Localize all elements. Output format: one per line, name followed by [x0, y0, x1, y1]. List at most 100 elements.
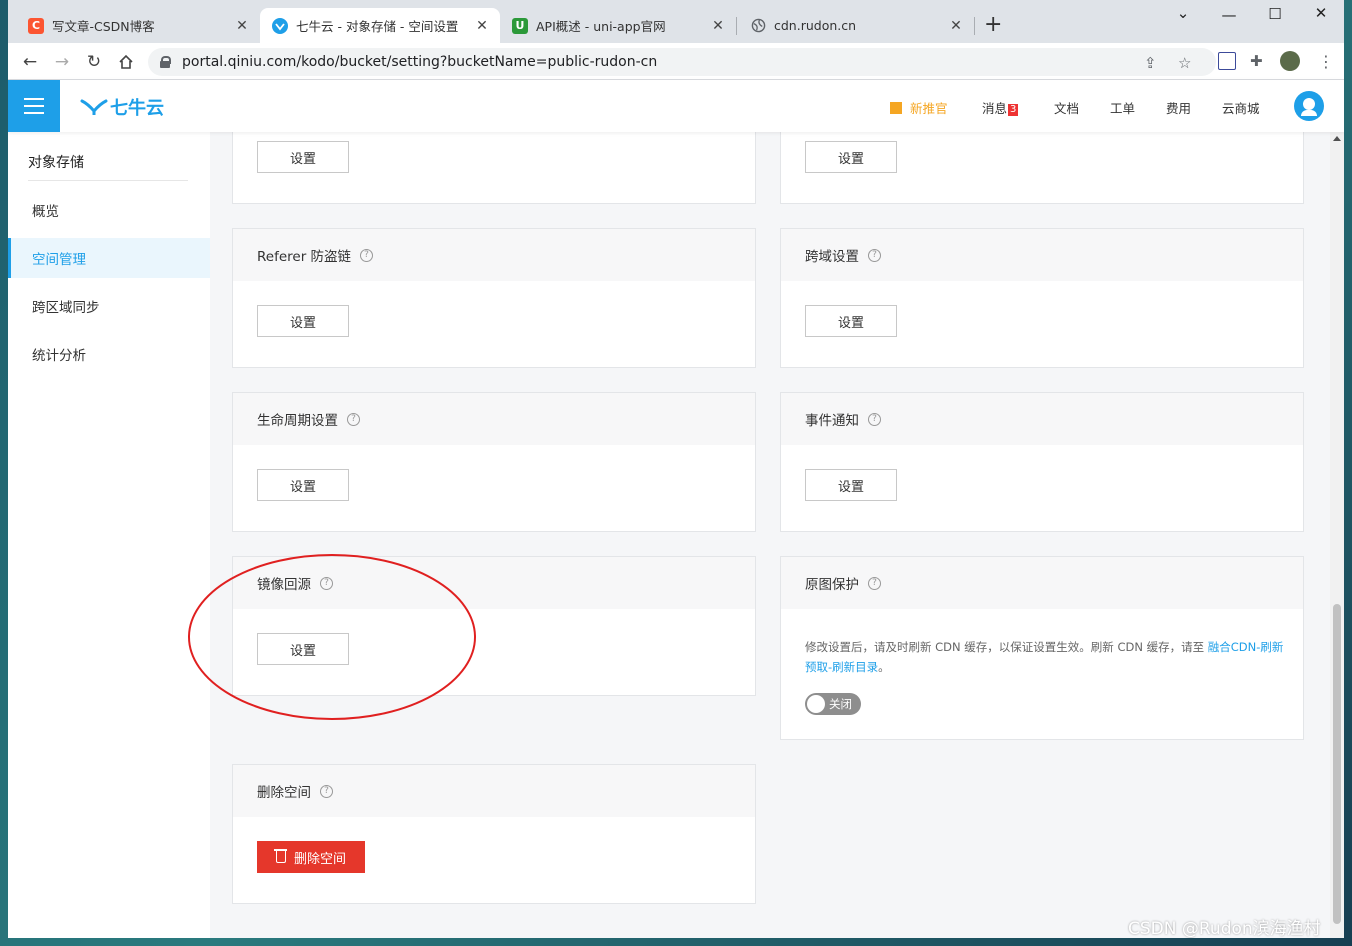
- event-notify-card: 事件通知? 设置: [780, 392, 1304, 532]
- close-icon[interactable]: ✕: [710, 18, 726, 34]
- billing-link[interactable]: 费用: [1166, 98, 1191, 117]
- close-icon[interactable]: ✕: [234, 18, 250, 34]
- window-close-icon[interactable]: ✕: [1298, 4, 1344, 22]
- messages-label: 消息: [982, 101, 1008, 116]
- card-title: 删除空间: [257, 785, 311, 801]
- back-arrow-icon[interactable]: ←: [18, 50, 42, 74]
- tab-bar: C 写文章-CSDN博客 ✕ 七牛云 - 对象存储 - 空间设置 ✕ U API…: [8, 0, 1344, 43]
- tab-csdn[interactable]: C 写文章-CSDN博客 ✕: [16, 8, 260, 43]
- docs-link[interactable]: 文档: [1054, 98, 1079, 117]
- gift-icon: [890, 102, 902, 114]
- original-protect-card: 原图保护? 修改设置后，请及时刷新 CDN 缓存，以保证设置生效。刷新 CDN …: [780, 556, 1304, 740]
- market-link[interactable]: 云商城: [1222, 98, 1260, 117]
- new-tab-button[interactable]: +: [984, 14, 1002, 36]
- message-count-badge: 3: [1008, 104, 1019, 116]
- tab-title: 七牛云 - 对象存储 - 空间设置: [296, 19, 459, 34]
- puzzle-icon[interactable]: ✚: [1250, 52, 1268, 70]
- app-header: 七牛云 新推官 消息 3 文档 工单 费用 云商城: [8, 80, 1344, 132]
- toggle-knob: [807, 695, 825, 713]
- more-icon[interactable]: ⋮: [1318, 52, 1336, 71]
- star-icon[interactable]: ☆: [1178, 54, 1191, 72]
- card-title: 镜像回源: [257, 577, 311, 593]
- uniapp-icon: U: [512, 17, 528, 34]
- tab-separator: [974, 17, 975, 35]
- csdn-watermark: CSDN @Rudon滨海渔村: [1128, 919, 1321, 939]
- minimize-icon[interactable]: —: [1206, 6, 1252, 24]
- sidebar-item-cross-region-sync[interactable]: 跨区域同步: [8, 286, 210, 326]
- promo-link[interactable]: 新推官: [890, 98, 948, 117]
- cors-card: 跨域设置? 设置: [780, 228, 1304, 368]
- card-title: 事件通知: [805, 413, 859, 429]
- sidebar: 对象存储 概览 空间管理 跨区域同步 统计分析: [8, 132, 210, 938]
- sidebar-item-bucket-management[interactable]: 空间管理: [8, 238, 210, 278]
- qiniu-logo[interactable]: 七牛云: [80, 94, 164, 120]
- tab-rudon[interactable]: cdn.rudon.cn ✕: [738, 8, 974, 43]
- hamburger-menu-icon[interactable]: [8, 80, 60, 132]
- close-icon[interactable]: ✕: [948, 18, 964, 34]
- desc-text: 修改设置后，请及时刷新 CDN 缓存，以保证设置生效。刷新 CDN 缓存，请至: [805, 640, 1208, 654]
- home-icon[interactable]: [114, 50, 138, 74]
- profile-avatar[interactable]: [1280, 51, 1300, 71]
- card-title: 生命周期设置: [257, 413, 338, 429]
- share-icon[interactable]: ⇪: [1144, 54, 1157, 72]
- chevron-down-icon[interactable]: ⌄: [1160, 4, 1206, 22]
- settings-card: 设置: [232, 132, 756, 204]
- reader-icon[interactable]: [1218, 52, 1236, 70]
- help-icon[interactable]: ?: [320, 784, 333, 798]
- reload-icon[interactable]: ↻: [82, 50, 106, 74]
- help-icon[interactable]: ?: [868, 248, 881, 262]
- lock-icon: [160, 56, 171, 68]
- sidebar-item-statistics[interactable]: 统计分析: [8, 334, 210, 374]
- lifecycle-settings-button[interactable]: 设置: [257, 469, 349, 501]
- logo-text: 七牛云: [110, 98, 164, 119]
- settings-card: 设置: [780, 132, 1304, 204]
- globe-icon: [750, 18, 766, 34]
- lifecycle-card: 生命周期设置? 设置: [232, 392, 756, 532]
- help-icon[interactable]: ?: [347, 412, 360, 426]
- url-input[interactable]: portal.qiniu.com/kodo/bucket/setting?buc…: [148, 48, 1216, 76]
- trash-icon: [273, 849, 287, 863]
- scroll-thumb[interactable]: [1333, 604, 1341, 924]
- user-avatar[interactable]: [1294, 91, 1324, 121]
- tab-uniapp[interactable]: U API概述 - uni-app官网 ✕: [500, 8, 736, 43]
- card-header: 删除空间?: [233, 765, 755, 817]
- help-icon[interactable]: ?: [360, 248, 374, 262]
- url-text: portal.qiniu.com/kodo/bucket/setting?buc…: [182, 54, 658, 70]
- help-icon[interactable]: ?: [320, 576, 333, 590]
- sidebar-item-overview[interactable]: 概览: [8, 190, 210, 230]
- protect-toggle[interactable]: 关闭: [805, 693, 861, 715]
- messages-link[interactable]: 消息 3: [982, 98, 1019, 117]
- sidebar-divider: [28, 180, 188, 181]
- referer-settings-button[interactable]: 设置: [257, 305, 349, 337]
- settings-button[interactable]: 设置: [257, 141, 349, 173]
- card-header: 生命周期设置?: [233, 393, 755, 445]
- delete-bucket-button[interactable]: 删除空间: [257, 841, 365, 873]
- protect-description: 修改设置后，请及时刷新 CDN 缓存，以保证设置生效。刷新 CDN 缓存，请至 …: [805, 637, 1285, 677]
- tickets-link[interactable]: 工单: [1110, 98, 1135, 117]
- qiniu-logo-icon: [80, 99, 108, 115]
- tab-title: 写文章-CSDN博客: [52, 19, 155, 34]
- help-icon[interactable]: ?: [868, 576, 881, 590]
- cors-settings-button[interactable]: 设置: [805, 305, 897, 337]
- card-title: Referer 防盗链: [257, 249, 352, 265]
- maximize-icon[interactable]: ☐: [1252, 5, 1298, 23]
- mirror-settings-button[interactable]: 设置: [257, 633, 349, 665]
- referer-card: Referer 防盗链? 设置: [232, 228, 756, 368]
- help-icon[interactable]: ?: [868, 412, 881, 426]
- card-title: 原图保护: [805, 577, 859, 593]
- desc-suffix: 。: [878, 660, 890, 674]
- close-icon[interactable]: ✕: [474, 18, 490, 34]
- csdn-icon: C: [28, 17, 44, 34]
- page-scrollbar[interactable]: [1330, 132, 1344, 938]
- scroll-up-arrow-icon[interactable]: [1333, 136, 1341, 141]
- tab-title: cdn.rudon.cn: [774, 18, 857, 33]
- qiniu-icon: [272, 17, 288, 34]
- address-bar: ← → ↻ portal.qiniu.com/kodo/bucket/setti…: [8, 43, 1344, 80]
- tab-qiniu[interactable]: 七牛云 - 对象存储 - 空间设置 ✕: [260, 8, 500, 43]
- forward-arrow-icon[interactable]: →: [50, 50, 74, 74]
- event-settings-button[interactable]: 设置: [805, 469, 897, 501]
- card-header: Referer 防盗链?: [233, 229, 755, 281]
- mirror-source-card: 镜像回源? 设置: [232, 556, 756, 696]
- settings-button[interactable]: 设置: [805, 141, 897, 173]
- browser-window: C 写文章-CSDN博客 ✕ 七牛云 - 对象存储 - 空间设置 ✕ U API…: [8, 0, 1344, 938]
